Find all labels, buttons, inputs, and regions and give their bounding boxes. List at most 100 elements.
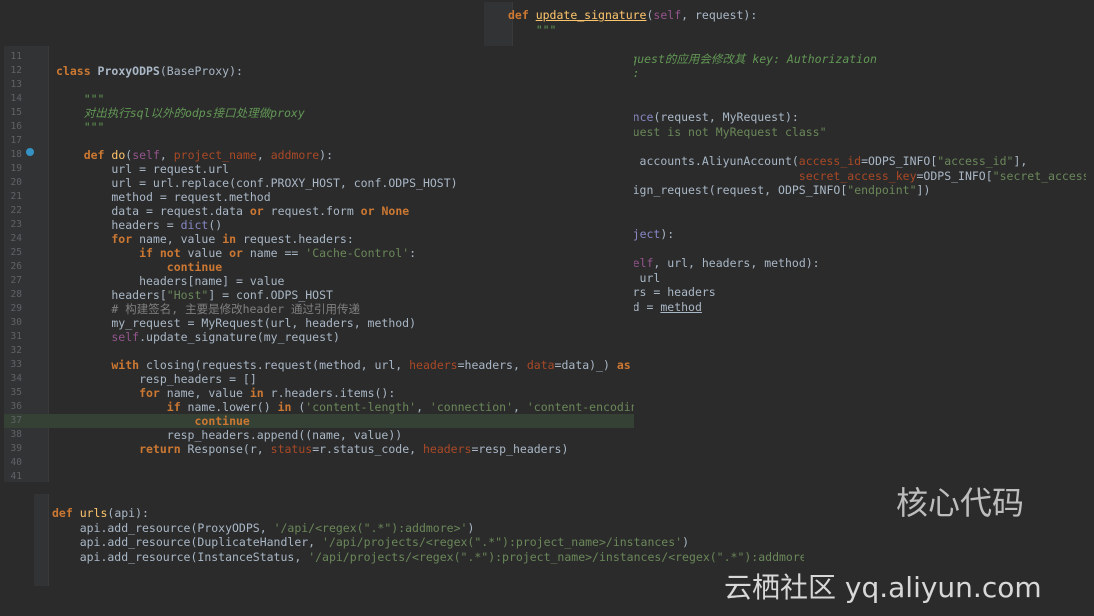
code-token: class <box>56 64 98 78</box>
code-token: '/api/<regex(".*"):addmore>' <box>273 520 468 535</box>
code-line[interactable]: 19 url = request.url <box>4 162 634 176</box>
code-line[interactable]: api.add_resource(InstanceStatus, '/api/p… <box>34 550 804 564</box>
code-text: data = request.data or request.form or N… <box>56 204 409 218</box>
line-number: 27 <box>10 275 22 286</box>
code-token: if not <box>56 246 181 260</box>
code-token: Response(r, <box>180 442 271 456</box>
code-token: dict <box>180 218 209 232</box>
code-line[interactable]: 17 <box>4 134 634 148</box>
line-number: 19 <box>10 163 22 174</box>
code-token: data = request.data <box>56 204 250 218</box>
code-text: 对出执行sql以外的odps接口处理做proxy <box>56 106 305 120</box>
code-token: "secret_access_key" <box>992 168 1086 183</box>
line-number: 31 <box>10 331 22 342</box>
code-line[interactable]: api.add_resource(ProxyODPS, '/api/<regex… <box>34 521 804 535</box>
code-token: in <box>249 386 264 400</box>
code-line[interactable]: 37 continue <box>4 414 634 428</box>
code-line[interactable]: 31 self.update_signature(my_request) <box>4 330 634 344</box>
code-text: if name.lower() in ('content-length', 'c… <box>56 400 634 414</box>
code-token: api.add_resource(DuplicateHandler, <box>52 535 323 549</box>
line-number: 20 <box>10 177 22 188</box>
code-line[interactable]: 23 headers = dict() <box>4 218 634 232</box>
code-line[interactable]: def urls(api): <box>34 506 804 520</box>
code-line[interactable]: 29 # 构建签名, 主要是修改header 通过引用传递 <box>4 302 634 316</box>
code-line[interactable]: 12 class ProxyODPS(BaseProxy): <box>4 64 634 78</box>
code-token: ) <box>682 535 689 549</box>
code-token: request.form <box>263 204 361 218</box>
code-token: 'content-encoding' <box>526 400 634 414</box>
line-number: 21 <box>10 191 22 202</box>
code-token: def <box>52 506 80 520</box>
code-token: 'Cache-Control' <box>305 246 410 260</box>
line-number: 37 <box>10 415 22 426</box>
code-token: , <box>416 400 430 414</box>
code-text: method = request.method <box>56 190 270 204</box>
code-line[interactable]: 15 对出执行sql以外的odps接口处理做proxy <box>4 106 634 120</box>
code-token: secret_access_key <box>798 168 917 183</box>
code-line[interactable]: 30 my_request = MyRequest(url, headers, … <box>4 316 634 330</box>
line-number: 18 <box>10 149 22 160</box>
code-line[interactable]: 41 <box>4 470 634 482</box>
code-text: def urls(api): <box>52 506 149 520</box>
code-line[interactable]: 27 headers[name] = value <box>4 274 634 288</box>
code-token: api.add_resource(InstanceStatus, <box>52 549 309 564</box>
code-token: =headers, <box>457 358 527 372</box>
line-number: 15 <box>10 107 22 118</box>
code-token: headers <box>409 358 458 372</box>
code-token: in <box>222 232 237 246</box>
code-line[interactable]: 26 continue <box>4 260 634 274</box>
code-text: url = url.replace(conf.PROXY_HOST, conf.… <box>56 176 457 190</box>
code-line[interactable]: 11 <box>4 50 634 64</box>
code-line[interactable]: 38 resp_headers.append((name, value)) <box>4 428 634 442</box>
code-token: 对出执行sql以外的odps接口处理做proxy <box>56 106 305 120</box>
code-token: 'content-length' <box>305 400 417 414</box>
line-number: 17 <box>10 135 22 146</box>
code-line[interactable]: 24 for name, value in request.headers: <box>4 232 634 246</box>
code-text: resp_headers.append((name, value)) <box>56 428 402 442</box>
code-token: data <box>526 358 555 372</box>
code-line[interactable]: 16 """ <box>4 120 634 134</box>
code-line[interactable]: 35 for name, value in r.headers.items(): <box>4 386 634 400</box>
code-text: my_request = MyRequest(url, headers, met… <box>56 316 416 330</box>
code-line[interactable]: 18 def do(self, project_name, addmore): <box>4 148 634 162</box>
code-line[interactable]: 33 with closing(requests.request(method,… <box>4 358 634 372</box>
code-token: or <box>229 246 243 260</box>
code-line[interactable]: 21 method = request.method <box>4 190 634 204</box>
code-line[interactable]: 32 <box>4 344 634 358</box>
code-line[interactable]: api.add_resource(DuplicateHandler, '/api… <box>34 535 804 549</box>
code-token: "access_id" <box>937 154 1014 168</box>
code-line[interactable]: 34 resp_headers = [] <box>4 372 634 386</box>
code-token: , <box>159 148 174 162</box>
code-line[interactable]: 28 headers["Host"] = conf.ODPS_HOST <box>4 288 634 302</box>
code-text: url = request.url <box>56 162 229 176</box>
code-token: None <box>381 204 410 218</box>
code-token: request.headers: <box>236 232 354 246</box>
code-line[interactable]: 40 <box>4 456 634 470</box>
code-line[interactable]: 22 data = request.data or request.form o… <box>4 204 634 218</box>
line-number: 16 <box>10 121 22 132</box>
code-text: api.add_resource(DuplicateHandler, '/api… <box>52 535 689 549</box>
code-text: return Response(r, status=r.status_code,… <box>56 442 568 456</box>
code-token: or <box>249 204 264 218</box>
code-line[interactable]: 25 if not value or name == 'Cache-Contro… <box>4 246 634 260</box>
code-token: url = request.url <box>56 162 230 176</box>
code-token: ( <box>291 400 306 414</box>
code-token: ]) <box>916 183 931 198</box>
code-line[interactable]: 14 """ <box>4 92 634 106</box>
line-number: 25 <box>10 247 22 258</box>
code-text: with closing(requests.request(method, ur… <box>56 358 634 372</box>
line-number: 23 <box>10 219 22 230</box>
code-token: ) <box>467 520 475 535</box>
code-token: '/api/projects/<regex(".*"):project_name… <box>322 535 683 549</box>
code-text: class ProxyODPS(BaseProxy): <box>56 64 243 78</box>
code-token: (BaseProxy): <box>159 64 243 78</box>
line-number: 35 <box>10 387 22 398</box>
code-line[interactable]: def update_signature(self, request): <box>484 8 1086 22</box>
code-token: headers[name] = value <box>56 274 285 288</box>
code-line[interactable]: 20 url = url.replace(conf.PROXY_HOST, co… <box>4 176 634 190</box>
code-token: , request): <box>681 8 758 22</box>
code-line[interactable]: """ <box>484 23 1086 37</box>
code-line[interactable]: 39 return Response(r, status=r.status_co… <box>4 442 634 456</box>
code-line[interactable]: 36 if name.lower() in ('content-length',… <box>4 400 634 414</box>
code-line[interactable]: 13 <box>4 78 634 92</box>
